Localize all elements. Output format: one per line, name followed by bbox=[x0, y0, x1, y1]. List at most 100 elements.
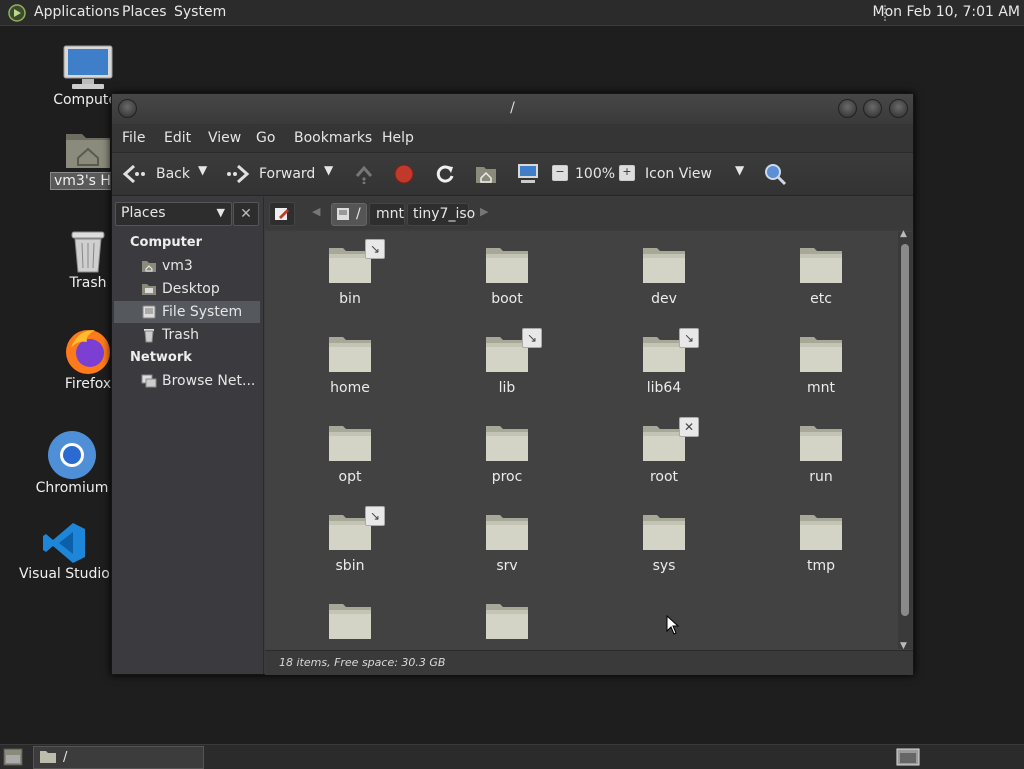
file-item[interactable]: root ✕ bbox=[614, 417, 714, 485]
menu-edit[interactable]: Edit bbox=[164, 130, 191, 146]
file-manager-window[interactable]: / File Edit View Go Bookmarks Help Back … bbox=[111, 93, 914, 675]
back-history-chevron-icon[interactable]: ▼ bbox=[198, 163, 207, 177]
sidebar-item-trash[interactable]: Trash bbox=[114, 324, 260, 346]
status-bar: 18 items, Free space: 30.3 GB bbox=[265, 650, 913, 675]
breadcrumb-label: tiny7_iso bbox=[413, 206, 476, 222]
file-item[interactable]: bin ↘ bbox=[300, 239, 400, 307]
file-item[interactable]: home bbox=[300, 333, 400, 396]
folder-icon bbox=[486, 426, 528, 461]
file-item[interactable]: tmp bbox=[771, 511, 871, 574]
folder-icon bbox=[643, 248, 685, 283]
reload-icon[interactable] bbox=[434, 163, 456, 185]
toggle-location-entry-button[interactable] bbox=[269, 202, 295, 226]
breadcrumb-mnt[interactable]: mnt bbox=[369, 203, 405, 226]
file-item[interactable]: sbin ↘ bbox=[300, 506, 400, 574]
desktop-folder-icon bbox=[142, 284, 156, 295]
taskbar-window-title: / bbox=[63, 750, 68, 765]
folder-icon bbox=[486, 604, 528, 639]
view-mode-chevron-icon[interactable]: ▼ bbox=[735, 163, 744, 177]
up-arrow-icon[interactable] bbox=[354, 164, 374, 184]
back-button[interactable]: Back bbox=[156, 166, 190, 182]
file-item[interactable]: etc bbox=[771, 244, 871, 307]
minimize-button[interactable] bbox=[838, 99, 857, 118]
menu-help[interactable]: Help bbox=[382, 130, 414, 146]
system-menu[interactable]: System bbox=[174, 4, 226, 20]
side-pane-selector-label: Places bbox=[121, 205, 166, 221]
side-pane-selector[interactable]: Places ▼ bbox=[115, 202, 232, 226]
folder-icon bbox=[800, 426, 842, 461]
applications-menu[interactable]: Applications bbox=[34, 4, 120, 20]
sidebar-item-browse-network[interactable]: Browse Net... bbox=[114, 370, 260, 392]
folder-icon bbox=[329, 337, 371, 372]
file-item[interactable]: lib ↘ bbox=[457, 328, 557, 396]
file-item[interactable]: lib64 ↘ bbox=[614, 328, 714, 396]
forward-arrow-icon[interactable] bbox=[226, 164, 250, 184]
forward-button[interactable]: Forward bbox=[259, 166, 315, 182]
breadcrumb-label: / bbox=[356, 206, 361, 222]
menu-view[interactable]: View bbox=[208, 130, 241, 146]
places-menu[interactable]: Places bbox=[122, 4, 167, 20]
file-item-name: opt bbox=[338, 469, 362, 485]
zoom-in-icon[interactable]: + bbox=[619, 165, 635, 181]
desktop-icon-vscode[interactable]: Visual Studio Code bbox=[18, 520, 110, 582]
file-item[interactable]: mnt bbox=[771, 333, 871, 396]
breadcrumb-root[interactable]: / bbox=[331, 203, 367, 226]
menu-bookmarks[interactable]: Bookmarks bbox=[294, 130, 372, 146]
scroll-right-icon[interactable]: ▶ bbox=[480, 205, 488, 218]
folder-icon bbox=[40, 751, 56, 763]
computer-icon[interactable] bbox=[516, 163, 540, 185]
edit-icon bbox=[275, 208, 289, 220]
zoom-out-icon[interactable]: − bbox=[552, 165, 568, 181]
file-item-name: mnt bbox=[807, 380, 835, 396]
window-titlebar[interactable]: / bbox=[112, 94, 913, 124]
symlink-emblem-icon: ↘ bbox=[365, 239, 385, 259]
file-item[interactable]: dev bbox=[614, 244, 714, 307]
scrollbar-thumb[interactable] bbox=[901, 244, 909, 616]
sidebar-item-desktop[interactable]: Desktop bbox=[114, 278, 260, 300]
clock[interactable]: Mon Feb 10, 7:01 AM bbox=[873, 4, 1020, 20]
file-item[interactable]: opt bbox=[300, 422, 400, 485]
sidebar-item-vm3[interactable]: vm3 bbox=[114, 255, 260, 277]
scroll-up-icon[interactable]: ▲ bbox=[900, 229, 907, 239]
file-icon-view[interactable]: bin ↘ boot dev etc home lib ↘ lib64 ↘ mnt opt proc ro… bbox=[265, 231, 912, 650]
view-mode-select[interactable]: Icon View bbox=[645, 166, 712, 182]
file-item[interactable]: sys bbox=[614, 511, 714, 574]
vertical-scrollbar[interactable]: ▲ ▼ bbox=[898, 229, 912, 651]
back-arrow-icon[interactable] bbox=[122, 164, 146, 184]
zoom-level: 100% bbox=[575, 166, 616, 182]
maximize-button[interactable] bbox=[863, 99, 882, 118]
file-item[interactable] bbox=[457, 600, 557, 647]
drive-icon bbox=[142, 305, 156, 319]
breadcrumb-label: mnt bbox=[376, 206, 404, 222]
chromium-icon bbox=[48, 431, 96, 479]
close-button[interactable] bbox=[889, 99, 908, 118]
forward-history-chevron-icon[interactable]: ▼ bbox=[324, 163, 333, 177]
scroll-left-icon[interactable]: ◀ bbox=[312, 205, 320, 218]
file-item[interactable] bbox=[300, 600, 400, 647]
search-icon[interactable] bbox=[763, 162, 787, 186]
menu-file[interactable]: File bbox=[122, 130, 145, 146]
folder-icon bbox=[486, 515, 528, 550]
file-item-name: sbin bbox=[335, 558, 365, 574]
symlink-emblem-icon: ↘ bbox=[522, 328, 542, 348]
sidebar-item-label: File System bbox=[162, 304, 243, 320]
home-icon[interactable] bbox=[475, 164, 497, 184]
show-desktop-icon[interactable] bbox=[3, 748, 23, 766]
close-side-pane-button[interactable]: ✕ bbox=[233, 202, 259, 226]
file-item[interactable]: run bbox=[771, 422, 871, 485]
menu-go[interactable]: Go bbox=[256, 130, 275, 146]
breadcrumb-tiny7-iso[interactable]: tiny7_iso bbox=[407, 203, 475, 226]
workspace-switcher-icon[interactable] bbox=[896, 748, 920, 766]
stop-icon[interactable] bbox=[394, 164, 414, 184]
sidebar-item-label: Trash bbox=[162, 327, 199, 343]
sidebar-item-file-system[interactable]: File System bbox=[114, 301, 260, 323]
file-item[interactable]: srv bbox=[457, 511, 557, 574]
file-item[interactable]: boot bbox=[457, 244, 557, 307]
file-item[interactable]: proc bbox=[457, 422, 557, 485]
file-item-name: home bbox=[330, 380, 370, 396]
drive-icon bbox=[337, 208, 349, 220]
desktop-icon-chromium[interactable]: Chromium bbox=[22, 430, 122, 496]
applications-logo-icon[interactable] bbox=[8, 4, 26, 22]
taskbar-window-button[interactable]: / bbox=[33, 746, 204, 769]
sidebar-item-label: vm3 bbox=[162, 258, 193, 274]
